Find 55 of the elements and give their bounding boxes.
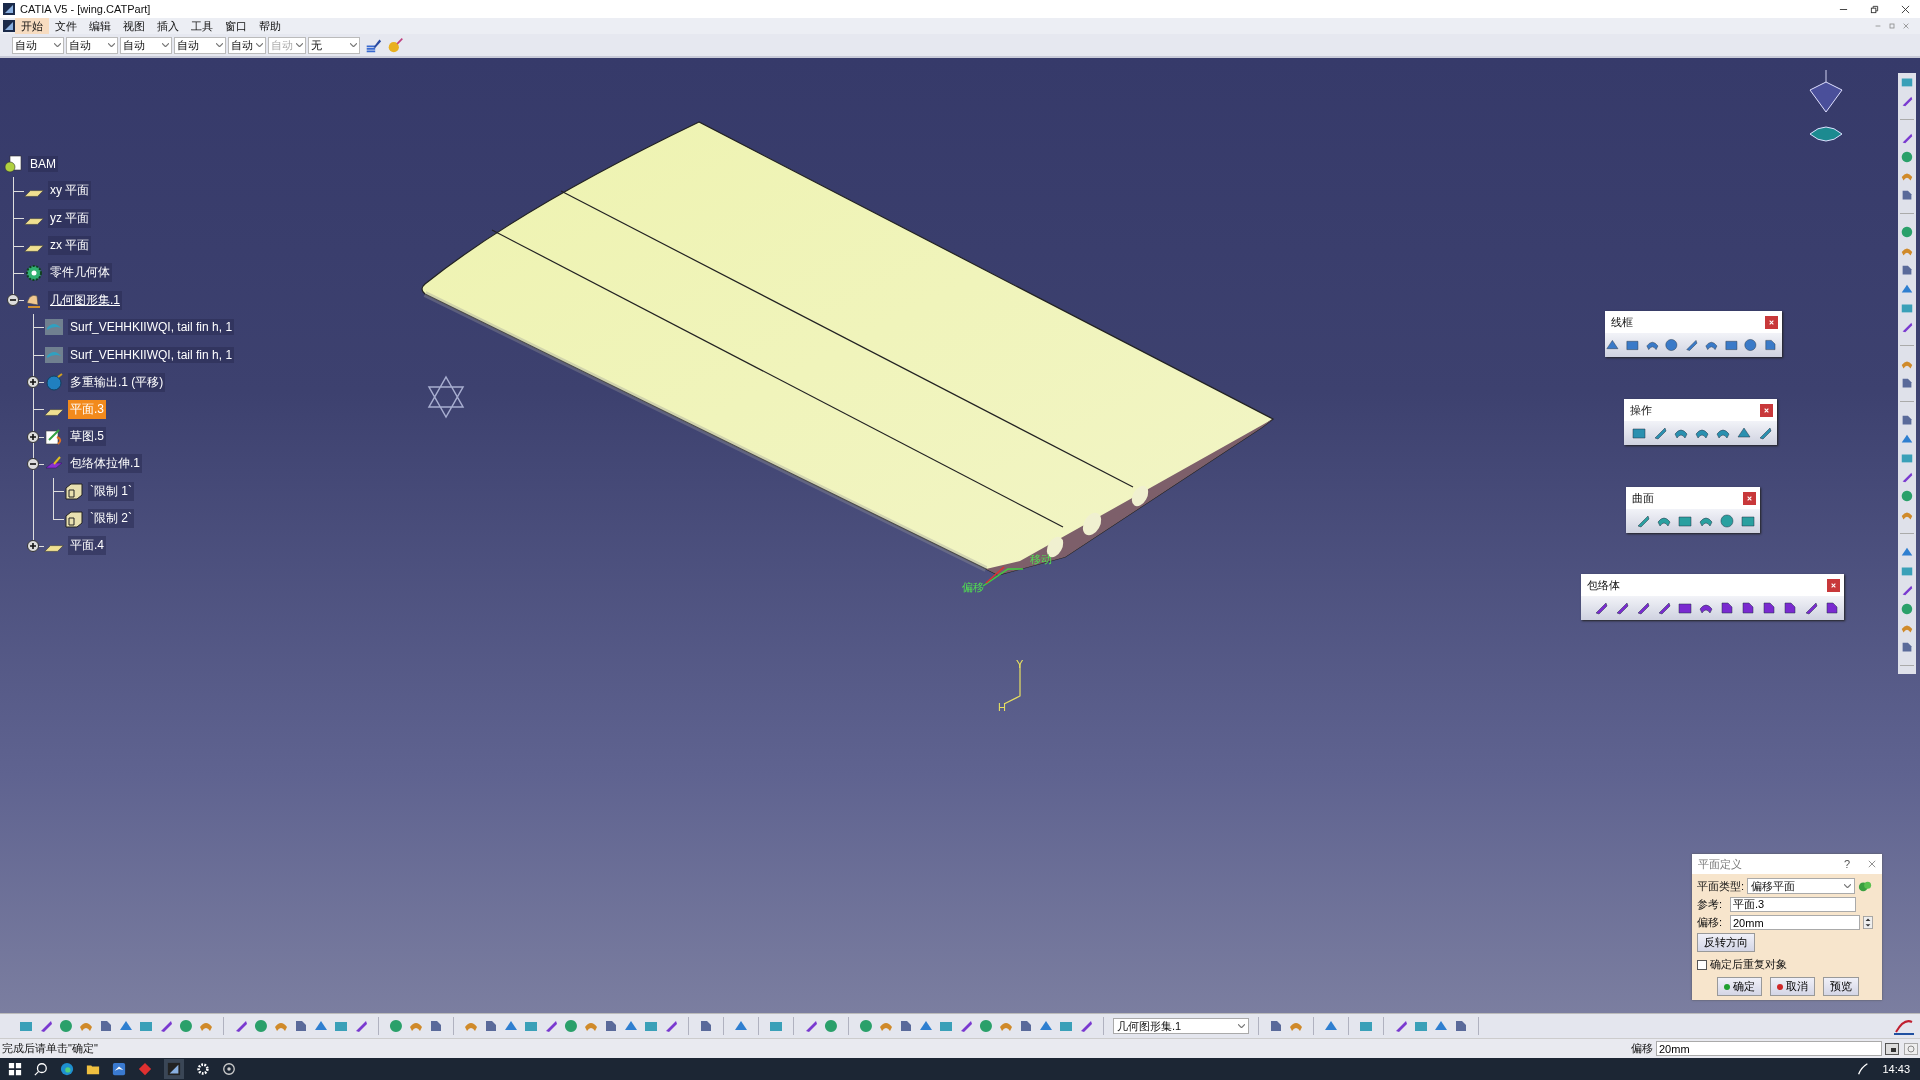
style-dropdown[interactable]: 无 <box>308 36 360 54</box>
offset-field[interactable]: 20mm <box>1656 1041 1882 1056</box>
tree-item[interactable]: yz 平面 <box>48 208 92 228</box>
status-message: 完成后请单击"确定" <box>2 1041 99 1056</box>
axis-label: Y <box>1016 658 1024 670</box>
menu-item[interactable]: 窗口 <box>219 18 253 34</box>
tree-item[interactable]: Surf_VEHHKIIWQI, tail fin h, 1 <box>68 319 235 336</box>
reference-field[interactable]: 平面.3 <box>1730 897 1856 912</box>
help-button[interactable]: ? <box>1843 858 1850 870</box>
field-label: 偏移: <box>1697 915 1724 930</box>
offset-label: 偏移 <box>962 580 984 595</box>
tree-item[interactable]: zx 平面 <box>48 236 92 256</box>
menu-item[interactable]: 文件 <box>49 18 83 34</box>
tree-item[interactable]: 包络体拉伸.1 <box>68 454 142 474</box>
menu-item[interactable]: 开始 <box>15 18 49 34</box>
tree-item[interactable]: xy 平面 <box>48 181 92 201</box>
style-dropdown[interactable]: 自动 <box>228 36 266 54</box>
menu-item[interactable]: 插入 <box>151 18 185 34</box>
style-dropdown[interactable]: 自动 <box>66 36 118 54</box>
tree-item[interactable]: 几何图形集.1 <box>48 290 122 310</box>
toolbar-title: 线框 <box>1611 314 1633 330</box>
geometric-set-dropdown[interactable]: 几何图形集.1 <box>1113 1018 1249 1034</box>
tree-item[interactable]: 多重输出.1 (平移) <box>68 372 166 392</box>
offset-field[interactable]: 20mm <box>1730 915 1860 930</box>
move-label: 移动 <box>1030 552 1052 567</box>
axis-label: H <box>998 701 1006 713</box>
preview-button[interactable]: 预览 <box>1823 977 1859 996</box>
menu-item[interactable]: 视图 <box>117 18 151 34</box>
field-label: 偏移 <box>1631 1041 1653 1056</box>
field-label: 平面类型: <box>1697 878 1745 894</box>
tree-item[interactable]: 零件几何体 <box>48 263 112 283</box>
clock-time: 14:43 <box>1882 1063 1910 1075</box>
field-label: 参考: <box>1697 897 1724 912</box>
reverse-direction-button[interactable]: 反转方向 <box>1697 933 1755 952</box>
dialog-title: 平面定义 <box>1698 856 1742 872</box>
tree-item[interactable]: Surf_VEHHKIIWQI, tail fin h, 1 <box>68 346 235 363</box>
style-dropdown[interactable]: 自动 <box>12 36 64 54</box>
tree-item[interactable]: 平面.4 <box>68 536 106 556</box>
menu-item[interactable]: 编辑 <box>83 18 117 34</box>
ok-button[interactable]: 确定 <box>1717 977 1762 996</box>
menu-item[interactable]: 工具 <box>185 18 219 34</box>
tree-item[interactable]: BAM <box>28 155 58 172</box>
style-dropdown[interactable]: 自动 <box>120 36 172 54</box>
toolbar-title: 操作 <box>1630 402 1652 418</box>
tree-item[interactable]: 草图.5 <box>68 427 106 447</box>
checkbox-label: 确定后重复对象 <box>1710 957 1787 972</box>
tree-item[interactable]: `限制 1` <box>88 481 134 501</box>
plane-type-dropdown[interactable]: 偏移平面 <box>1747 878 1856 894</box>
style-dropdown[interactable]: 自动 <box>174 36 226 54</box>
menu-item[interactable]: 帮助 <box>253 18 287 34</box>
toolbar-title: 曲面 <box>1632 490 1654 506</box>
tree-item[interactable]: `限制 2` <box>88 509 134 528</box>
toolbar-title: 包络体 <box>1587 577 1620 593</box>
cancel-button[interactable]: 取消 <box>1770 977 1815 996</box>
window-title: CATIA V5 - [wing.CATPart] <box>20 3 151 15</box>
